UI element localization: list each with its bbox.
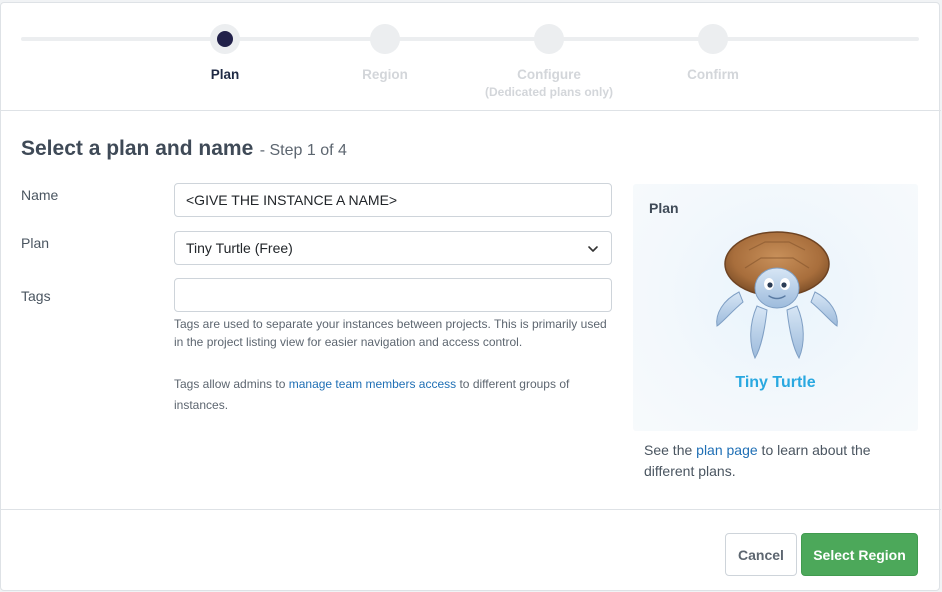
tags-admin-help-pre: Tags allow admins to [174,377,289,391]
name-input[interactable] [186,192,600,208]
step-indicator-icon [698,24,728,54]
name-label: Name [21,187,59,203]
wizard-step-confirm[interactable]: Confirm [633,24,793,83]
name-field[interactable] [174,183,612,217]
step-indicator-active-icon [210,24,240,54]
chevron-down-icon [588,246,598,252]
dialog-footer: Cancel Select Region [1,509,941,592]
plan-select-value: Tiny Turtle (Free) [186,240,293,256]
step-sublabel: (Dedicated plans only) [484,85,614,99]
plan-select[interactable]: Tiny Turtle (Free) [174,231,612,265]
wizard-step-plan[interactable]: Plan [145,24,305,83]
tags-input[interactable] [186,287,600,303]
plan-page-note: See the plan page to learn about the dif… [644,440,904,482]
step-label: Configure [517,67,581,82]
step-indicator-icon [534,24,564,54]
plan-label: Plan [21,235,50,251]
step-indicator-icon [370,24,400,54]
step-counter: - Step 1 of 4 [259,142,347,159]
plan-page-link[interactable]: plan page [696,442,758,458]
step-label: Plan [210,67,240,82]
tiny-turtle-mascot-icon [716,231,838,360]
page-title: Select a plan and name - Step 1 of 4 [21,137,347,161]
wizard-step-region[interactable]: Region [305,24,465,83]
select-region-button[interactable]: Select Region [801,533,918,576]
wizard-progress: Plan Region Configure (Dedicated plans o… [1,3,941,111]
step-label: Confirm [687,67,739,82]
plan-note-pre: See the [644,442,697,458]
plan-preview-panel: Plan Tiny Turtle [633,184,918,431]
step-label: Region [362,67,408,82]
tags-label: Tags [21,288,51,304]
tags-field[interactable] [174,278,612,312]
page-title-text: Select a plan and name [21,137,254,160]
plan-name: Tiny Turtle [735,374,816,391]
create-instance-dialog: Plan Region Configure (Dedicated plans o… [0,2,941,592]
plan-panel-title: Plan [649,200,679,216]
manage-team-access-link[interactable]: manage team members access [289,377,456,391]
tags-help-text: Tags are used to separate your instances… [174,317,607,349]
wizard-step-configure[interactable]: Configure (Dedicated plans only) [469,24,629,101]
tags-admin-help: Tags allow admins to manage team members… [174,374,619,416]
cancel-button[interactable]: Cancel [725,533,797,576]
